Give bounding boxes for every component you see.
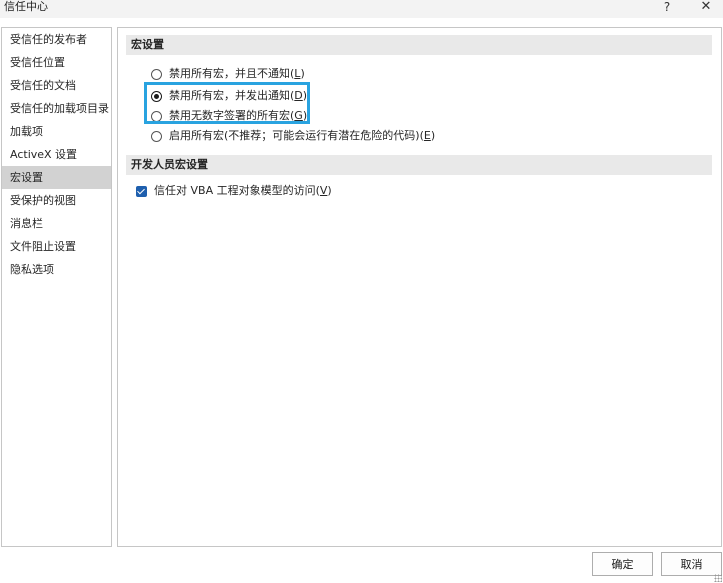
sidebar: 受信任的发布者 受信任位置 受信任的文档 受信任的加载项目录 加载项 Activ… [1,27,112,547]
close-icon[interactable]: ✕ [694,0,718,18]
developer-settings-header: 开发人员宏设置 [126,155,712,175]
macro-settings-header: 宏设置 [126,35,712,55]
sidebar-item-trusted-addin-catalogs[interactable]: 受信任的加载项目录 [2,97,111,120]
sidebar-item-protected-view[interactable]: 受保护的视图 [2,189,111,212]
sidebar-item-activex[interactable]: ActiveX 设置 [2,143,111,166]
window-title: 信任中心 [4,0,48,13]
sidebar-item-trusted-documents[interactable]: 受信任的文档 [2,74,111,97]
sidebar-item-privacy[interactable]: 隐私选项 [2,258,111,281]
content-panel: 宏设置 禁用所有宏，并且不通知(L) 禁用所有宏，并发出通知(D) 禁用无数字签… [117,27,722,547]
title-bar: 信任中心 ? ✕ [0,0,723,18]
cancel-button[interactable]: 取消 [661,552,722,576]
sidebar-item-addins[interactable]: 加载项 [2,120,111,143]
help-button[interactable]: ? [655,0,679,18]
radio-disable-unsigned[interactable]: 禁用无数字签署的所有宏(G) [151,107,307,125]
checkbox-checked-icon[interactable] [136,185,147,197]
radio-button[interactable] [151,110,162,122]
sidebar-item-trusted-publishers[interactable]: 受信任的发布者 [2,28,111,51]
checkbox-trust-vba[interactable]: 信任对 VBA 工程对象模型的访问(V) [136,182,332,200]
sidebar-item-message-bar[interactable]: 消息栏 [2,212,111,235]
ok-button[interactable]: 确定 [592,552,653,576]
radio-button[interactable] [151,130,162,142]
radio-disable-no-notify[interactable]: 禁用所有宏，并且不通知(L) [151,65,305,83]
resize-grip-icon[interactable] [714,574,722,582]
radio-button-checked[interactable] [151,90,162,102]
radio-enable-all[interactable]: 启用所有宏(不推荐；可能会运行有潜在危险的代码)(E) [151,127,435,145]
sidebar-item-trusted-locations[interactable]: 受信任位置 [2,51,111,74]
sidebar-item-file-block[interactable]: 文件阻止设置 [2,235,111,258]
radio-disable-with-notify[interactable]: 禁用所有宏，并发出通知(D) [151,87,307,105]
radio-button[interactable] [151,68,162,80]
sidebar-item-macro-settings[interactable]: 宏设置 [2,166,111,189]
